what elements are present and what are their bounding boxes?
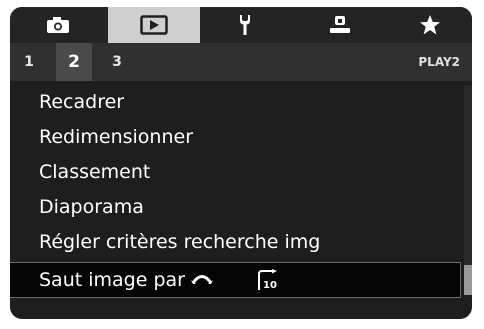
menu-item-label: Redimensionner	[39, 126, 194, 148]
play-icon	[140, 15, 168, 35]
menu-item-redimensionner[interactable]: Redimensionner	[10, 120, 460, 154]
menu-item-label: Classement	[39, 161, 151, 183]
menu-item-regler-criteres[interactable]: Régler critères recherche img	[10, 225, 460, 259]
tab-setup[interactable]	[205, 7, 285, 43]
menu-item-label: Saut image par	[39, 263, 214, 297]
main-tab-bar	[10, 7, 472, 43]
page-tag: PLAY2	[418, 55, 460, 69]
menu-item-classement[interactable]: Classement	[10, 155, 460, 189]
camera-menu-screen: 1 2 3 PLAY2 Recadrer Redimensionner Clas…	[10, 7, 472, 319]
tab-mymenu[interactable]	[390, 7, 470, 43]
menu-item-label: Diaporama	[39, 196, 144, 218]
jump-count-text: 10	[263, 280, 277, 291]
subtab-2[interactable]: 2	[56, 43, 92, 81]
subtab-1[interactable]: 1	[16, 43, 42, 81]
menu-item-label: Régler critères recherche img	[39, 231, 321, 253]
menu-item-diaporama[interactable]: Diaporama	[10, 190, 460, 224]
star-icon	[419, 14, 441, 36]
user-icon	[328, 15, 352, 35]
menu-item-label: Recadrer	[39, 91, 125, 113]
camera-icon	[46, 16, 70, 34]
sub-tab-bar: 1 2 3 PLAY2	[10, 43, 472, 81]
menu-item-recadrer[interactable]: Recadrer	[10, 85, 460, 119]
scrollbar[interactable]	[464, 85, 472, 295]
jump-10-images-icon: 10	[256, 269, 282, 295]
tab-custom[interactable]	[300, 7, 380, 43]
scroll-thumb[interactable]	[464, 265, 472, 295]
wrench-icon	[237, 14, 253, 36]
subtab-3[interactable]: 3	[104, 43, 130, 81]
dial-icon	[191, 275, 214, 284]
tab-playback[interactable]	[108, 7, 200, 43]
menu-item-saut-image[interactable]: Saut image par 10	[10, 262, 461, 298]
tab-shooting[interactable]	[18, 7, 98, 43]
